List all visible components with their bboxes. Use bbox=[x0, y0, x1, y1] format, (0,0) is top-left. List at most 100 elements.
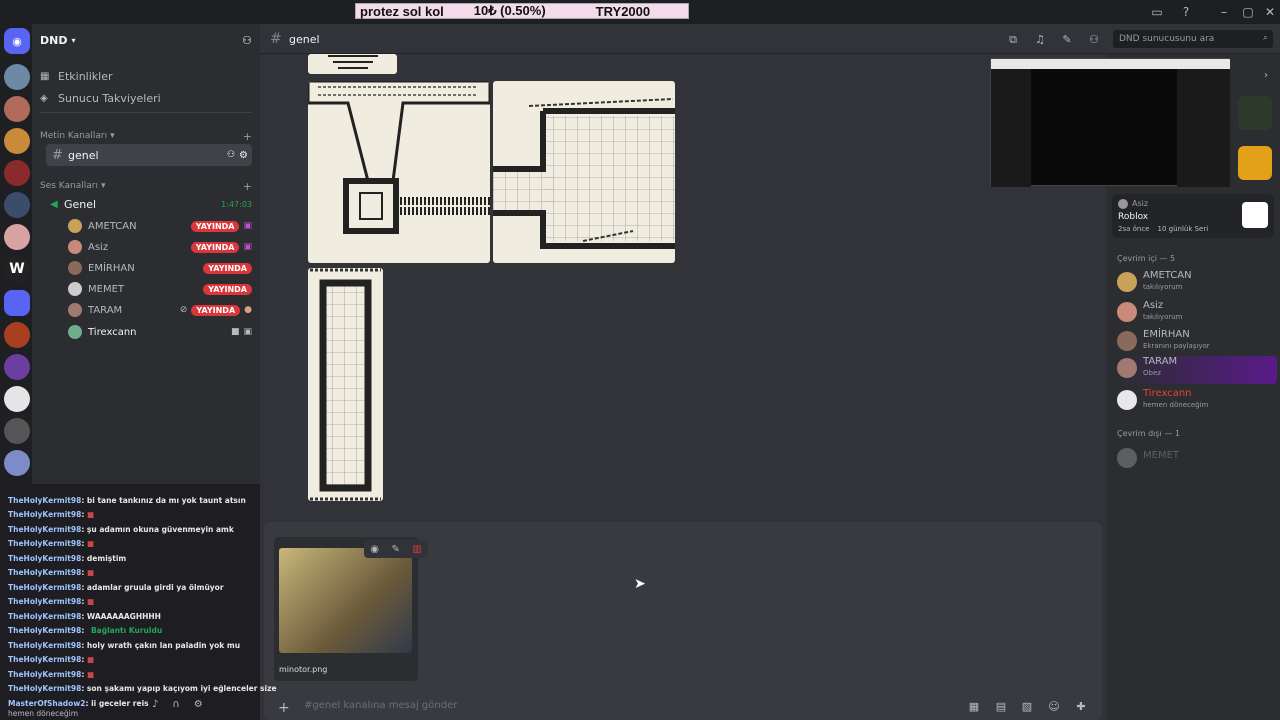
threads-icon[interactable]: ⧉ bbox=[1006, 33, 1020, 47]
roblox-icon bbox=[1242, 202, 1268, 228]
add-channel-icon[interactable]: + bbox=[243, 180, 252, 193]
user-controls: ♪ ∩ ⚙ bbox=[152, 699, 203, 710]
server-icon[interactable] bbox=[4, 160, 30, 186]
boosts-item[interactable]: ◈ Sunucu Takviyeleri bbox=[40, 90, 252, 106]
member-name: AMETCAN bbox=[1143, 270, 1192, 281]
member-item[interactable]: AMETCAN takılıyorum bbox=[1117, 270, 1277, 298]
activity-game: Roblox bbox=[1118, 212, 1149, 222]
muted-icon: ⊘ bbox=[179, 305, 188, 315]
server-name-header[interactable]: DND ▾ ⚇ bbox=[40, 32, 252, 48]
server-icon[interactable] bbox=[4, 192, 30, 218]
plus-icon[interactable]: + bbox=[278, 700, 290, 716]
camera-icon: ■ bbox=[230, 327, 240, 337]
trash-icon[interactable]: ▥ bbox=[412, 544, 421, 555]
gear-icon[interactable]: ⚙ bbox=[194, 699, 203, 710]
member-item[interactable]: Tirexcann hemen döneceğim bbox=[1117, 388, 1277, 416]
chat-line: TheHolyKermit98: bi tane tankınız da mı … bbox=[8, 496, 246, 505]
members-icon[interactable]: ⚇ bbox=[1087, 33, 1101, 47]
activity-card[interactable]: Asiz Roblox 2sa önce 10 günlük Seri bbox=[1112, 194, 1274, 238]
chevron-right-icon[interactable]: › bbox=[1264, 70, 1268, 81]
pin-icon[interactable]: ✎ bbox=[1060, 33, 1074, 47]
inbox-icon[interactable]: ▭ bbox=[1150, 5, 1164, 19]
activity-time: 2sa önce bbox=[1118, 225, 1150, 233]
voice-category-label: Ses Kanalları bbox=[40, 181, 98, 191]
user-status-line: hemen döneceğim bbox=[8, 709, 79, 718]
voice-user-name: TARAM bbox=[88, 304, 123, 316]
voice-user-name: MEMET bbox=[88, 283, 125, 295]
server-icon[interactable] bbox=[4, 354, 30, 380]
gear-icon[interactable]: ⚙ bbox=[239, 150, 248, 161]
live-badge: YAYINDA bbox=[203, 262, 252, 274]
channel-genel[interactable]: # genel ⚇ ⚙ bbox=[46, 144, 252, 166]
avatar bbox=[1117, 272, 1137, 292]
maximize-button[interactable]: ▢ bbox=[1241, 5, 1255, 19]
server-icon[interactable] bbox=[4, 224, 30, 250]
events-item[interactable]: ▦ Etkinlikler bbox=[40, 68, 252, 84]
server-folder-icon[interactable] bbox=[4, 290, 30, 316]
server-icon[interactable] bbox=[4, 128, 30, 154]
add-channel-icon[interactable]: + bbox=[243, 130, 252, 143]
bell-icon[interactable]: ♫ bbox=[1033, 33, 1047, 47]
stream-sidebar bbox=[991, 69, 1031, 187]
stream-ticker: protez sol kol 10₺ (0.50%) TRY2000 bbox=[355, 3, 689, 19]
invite-icon[interactable]: ⚇ bbox=[227, 150, 235, 160]
voice-channel-genel[interactable]: ◀ Genel 1:47:03 bbox=[50, 196, 252, 212]
map-image[interactable] bbox=[308, 268, 383, 501]
member-item[interactable]: Asiz takılıyorum bbox=[1117, 300, 1277, 328]
eye-icon[interactable]: ◉ bbox=[370, 544, 379, 555]
member-item[interactable]: MEMET bbox=[1117, 446, 1277, 474]
gift-icon[interactable]: ▦ bbox=[967, 700, 981, 714]
server-icon[interactable] bbox=[4, 418, 30, 444]
voice-user[interactable]: AMETCAN YAYINDA ▣ bbox=[68, 216, 252, 236]
voice-timer: 1:47:03 bbox=[221, 199, 252, 209]
text-category[interactable]: Metin Kanalları ▾ + bbox=[40, 130, 252, 143]
emote-icon: ■ bbox=[86, 568, 95, 577]
attachment-card[interactable]: minotor.png bbox=[274, 537, 418, 681]
gta-game-icon[interactable] bbox=[1238, 96, 1272, 130]
emote-icon: ■ bbox=[86, 670, 95, 679]
minimize-button[interactable]: – bbox=[1217, 5, 1231, 19]
avatar bbox=[68, 303, 82, 317]
voice-user[interactable]: Asiz YAYINDA ▣ bbox=[68, 237, 252, 257]
apps-icon[interactable]: ✚ bbox=[1074, 700, 1088, 714]
close-button[interactable]: ✕ bbox=[1263, 5, 1277, 19]
help-icon[interactable]: ? bbox=[1179, 5, 1193, 19]
microphone-icon[interactable]: ♪ bbox=[152, 699, 158, 710]
headphones-icon[interactable]: ∩ bbox=[172, 699, 179, 710]
member-item[interactable]: TARAM Obez bbox=[1117, 356, 1277, 384]
server-list: ◉ W bbox=[0, 24, 32, 484]
map-image[interactable] bbox=[308, 81, 490, 263]
pencil-icon[interactable]: ✎ bbox=[391, 544, 399, 555]
add-member-icon[interactable]: ⚇ bbox=[242, 34, 252, 47]
member-item[interactable]: EMİRHAN Ekranını paylaşıyor bbox=[1117, 329, 1277, 357]
map-image[interactable] bbox=[493, 81, 675, 263]
server-icon[interactable] bbox=[4, 386, 30, 412]
emoji-icon[interactable]: ☺ bbox=[1047, 700, 1061, 714]
message-input[interactable]: #genel kanalına mesaj gönder bbox=[304, 700, 457, 711]
offline-header: Çevrim dışı — 1 bbox=[1117, 429, 1180, 438]
voice-user-name: EMİRHAN bbox=[88, 262, 135, 274]
cs-game-icon[interactable] bbox=[1238, 146, 1272, 180]
server-icon[interactable] bbox=[4, 322, 30, 348]
search-placeholder: DND sunucusunu ara bbox=[1119, 34, 1215, 44]
voice-channel-label: Genel bbox=[64, 197, 97, 211]
voice-user[interactable]: Tirexcann ■ ▣ bbox=[68, 322, 252, 342]
voice-user[interactable]: TARAM ⊘ YAYINDA ● bbox=[68, 300, 252, 320]
gif-icon[interactable]: ▤ bbox=[994, 700, 1008, 714]
emote-icon: ■ bbox=[86, 539, 95, 548]
member-name: Tirexcann bbox=[1143, 388, 1192, 399]
sticker-icon[interactable]: ▧ bbox=[1020, 700, 1034, 714]
server-icon[interactable]: W bbox=[4, 256, 30, 282]
emote-icon: ■ bbox=[86, 597, 95, 606]
voice-user[interactable]: EMİRHAN YAYINDA bbox=[68, 258, 252, 278]
discord-home-icon[interactable]: ◉ bbox=[4, 28, 30, 54]
voice-user[interactable]: MEMET YAYINDA bbox=[68, 279, 252, 299]
map-image[interactable] bbox=[308, 54, 397, 74]
avatar bbox=[68, 219, 82, 233]
search-input[interactable]: DND sunucusunu ara ⌕ bbox=[1113, 30, 1273, 48]
server-icon[interactable] bbox=[4, 96, 30, 122]
voice-category[interactable]: Ses Kanalları ▾ + bbox=[40, 180, 252, 193]
server-icon[interactable] bbox=[4, 64, 30, 90]
stream-preview[interactable] bbox=[990, 58, 1230, 187]
server-icon[interactable] bbox=[4, 450, 30, 476]
